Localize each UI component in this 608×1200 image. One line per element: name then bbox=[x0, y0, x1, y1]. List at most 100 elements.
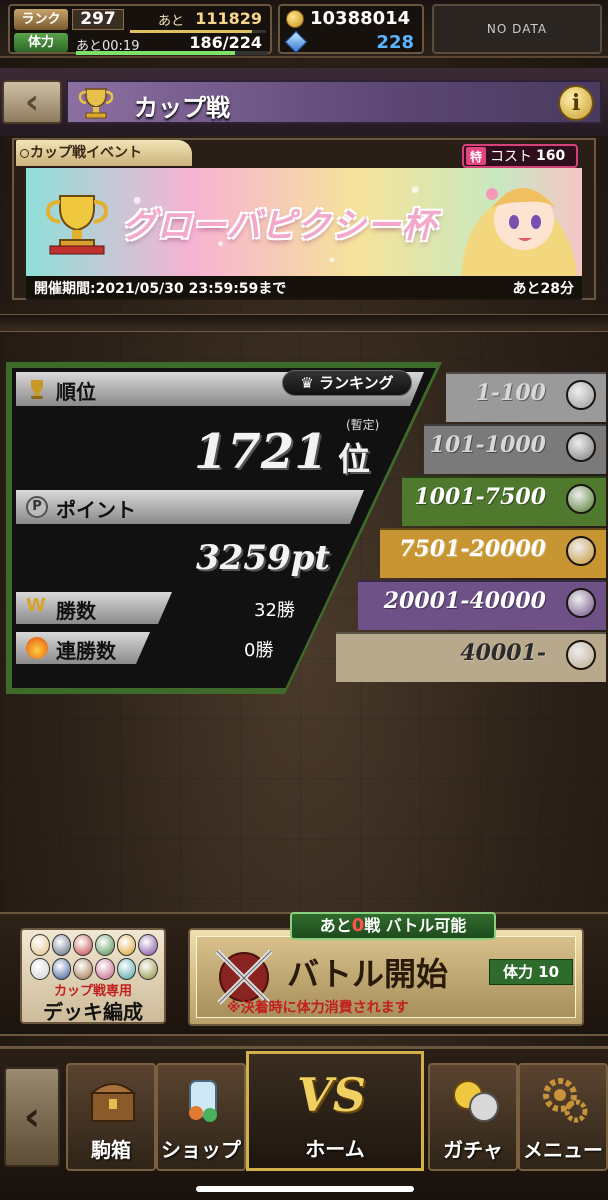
crown-icon: ♛ bbox=[300, 374, 320, 392]
character-portrait bbox=[462, 188, 577, 276]
piece-icon bbox=[116, 958, 137, 980]
coin-icon bbox=[286, 10, 304, 28]
piece-icon bbox=[94, 958, 115, 980]
battles-remaining-count: 0 bbox=[351, 915, 365, 936]
battles-remaining-prefix: あと bbox=[319, 916, 352, 935]
cost-badge: 特 コスト 160 bbox=[462, 144, 578, 168]
event-category-label: カップ戦イベント bbox=[16, 140, 192, 166]
rank-label: ランク bbox=[14, 9, 68, 30]
gem-icon bbox=[284, 30, 308, 54]
points-value: 3259pt bbox=[196, 538, 331, 578]
flame-icon bbox=[26, 637, 48, 659]
stamina-bar bbox=[76, 51, 268, 55]
tier-row: 20001-40000 bbox=[358, 580, 606, 630]
page-header: ‹ カップ戦 i bbox=[0, 68, 608, 136]
status-bar: ランク 297 あと 111829 体力 あと00:19 186/224 103… bbox=[0, 0, 608, 58]
nodata-label: NO DATA bbox=[486, 22, 548, 36]
piece-icon bbox=[30, 958, 50, 980]
currency-panel[interactable]: 10388014 228 bbox=[278, 4, 424, 54]
special-mark: 特 bbox=[466, 147, 486, 165]
stamina-label: 体力 bbox=[14, 33, 68, 52]
tier-medal-icon bbox=[566, 588, 596, 618]
provisional-label: (暫定) bbox=[346, 418, 380, 432]
section-divider bbox=[0, 314, 608, 332]
deck-title: デッキ編成 bbox=[43, 1000, 143, 1024]
nav-label: ガチャ bbox=[443, 1138, 503, 1162]
rank-panel: ランク 297 あと 111829 体力 あと00:19 186/224 bbox=[8, 4, 272, 55]
piece-icon bbox=[73, 934, 93, 956]
nav-label: ショップ bbox=[161, 1138, 241, 1162]
piece-icon bbox=[116, 934, 137, 956]
coin-value: 10388014 bbox=[310, 8, 411, 29]
home-indicator bbox=[196, 1186, 414, 1192]
streak-header: 連勝数 bbox=[16, 632, 150, 664]
info-button[interactable]: i bbox=[558, 85, 594, 121]
stamina-bar-fill bbox=[76, 51, 236, 55]
tier-range: 1001-7500 bbox=[414, 484, 546, 510]
tier-row: 40001- bbox=[336, 632, 606, 682]
rank-number: 1721 bbox=[194, 424, 328, 480]
title-bar: カップ戦 i bbox=[66, 80, 602, 124]
page-title: カップ戦 bbox=[134, 94, 230, 122]
nodata-panel[interactable]: NO DATA bbox=[432, 4, 602, 54]
gears-icon bbox=[543, 1078, 588, 1123]
treasure-chest-icon bbox=[89, 1083, 137, 1122]
nav-item-gacha[interactable]: ガチャ bbox=[428, 1063, 518, 1171]
nav-item-shop[interactable]: ショップ bbox=[156, 1063, 246, 1171]
streak-label: 連勝数 bbox=[56, 639, 116, 663]
cost-value: 160 bbox=[536, 148, 566, 164]
battle-start-inner: バトル開始 体力 10 ※決着時に体力消費されます bbox=[196, 936, 576, 1018]
deck-piece-icons bbox=[30, 934, 158, 980]
piece-icon bbox=[51, 934, 72, 956]
rank-label: 順位 bbox=[56, 380, 96, 404]
nav-item-menu[interactable]: メニュー bbox=[518, 1063, 608, 1171]
vs-icon: VS bbox=[297, 1068, 366, 1122]
trophy-icon bbox=[45, 195, 109, 255]
wins-icon: W bbox=[26, 595, 46, 616]
wins-header: W 勝数 bbox=[16, 592, 172, 624]
piece-icon bbox=[94, 934, 115, 956]
deck-edit-button[interactable]: カップ戦専用 デッキ編成 bbox=[20, 928, 166, 1024]
battle-start-button[interactable]: バトル開始 体力 10 ※決着時に体力消費されます bbox=[188, 928, 584, 1026]
battle-note: ※決着時に体力消費されます bbox=[227, 1000, 409, 1016]
battle-stamina-cost: 体力 10 bbox=[489, 959, 573, 985]
next-rank-exp: 111829 bbox=[195, 9, 262, 28]
cup-icon bbox=[78, 88, 114, 119]
wins-value: 32勝 bbox=[254, 600, 295, 621]
piece-icon bbox=[138, 958, 158, 980]
tier-row: 1-100 bbox=[446, 372, 606, 422]
rank-suffix: 位 bbox=[338, 440, 371, 478]
points-header: P ポイント bbox=[16, 490, 364, 524]
tier-range: 101-1000 bbox=[429, 432, 546, 458]
event-banner-footer: 開催期間:2021/05/30 23:59:59まで あと28分 bbox=[26, 276, 582, 300]
wins-label: 勝数 bbox=[56, 599, 96, 623]
rank-value: 297 bbox=[72, 9, 124, 30]
tier-range: 40001- bbox=[460, 640, 546, 666]
stats-panel: 1-100 101-1000 1001-7500 7501-20000 20001-40… bbox=[6, 362, 606, 694]
battles-remaining: あと0戦 バトル可能 bbox=[290, 912, 496, 940]
nav-item-komabako[interactable]: 駒箱 bbox=[66, 1063, 156, 1171]
nav-label: メニュー bbox=[523, 1138, 603, 1162]
tier-row: 1001-7500 bbox=[402, 476, 606, 526]
back-button[interactable]: ‹ bbox=[2, 80, 62, 124]
ranking-button[interactable]: ♛ ランキング bbox=[282, 370, 412, 396]
nav-back-button[interactable]: ‹ bbox=[4, 1067, 60, 1167]
tier-medal-icon bbox=[566, 380, 596, 410]
points-label: ポイント bbox=[56, 498, 136, 522]
tier-range: 1-100 bbox=[475, 380, 546, 406]
nav-label: ホーム bbox=[305, 1137, 365, 1161]
event-name: グローバピクシー杯 bbox=[122, 206, 437, 246]
trophy-small-icon bbox=[26, 378, 48, 400]
piece-icon bbox=[30, 934, 50, 956]
piece-icon bbox=[51, 958, 72, 980]
tier-medal-icon bbox=[566, 640, 596, 670]
tier-medal-icon bbox=[566, 432, 596, 462]
bottom-navigation: ‹ 駒箱 ショップ VS ホーム ガチャ メニュー bbox=[0, 1046, 608, 1200]
event-time-left: あと28分 bbox=[512, 281, 574, 297]
coins-icon bbox=[453, 1080, 499, 1122]
nav-item-home[interactable]: VS ホーム bbox=[246, 1051, 424, 1171]
ranking-button-label: ランキング bbox=[319, 374, 394, 392]
event-period: 開催期間:2021/05/30 23:59:59まで bbox=[34, 281, 287, 297]
stamina-value: 186/224 bbox=[189, 33, 262, 52]
event-banner[interactable]: グローバピクシー杯 bbox=[26, 168, 582, 276]
